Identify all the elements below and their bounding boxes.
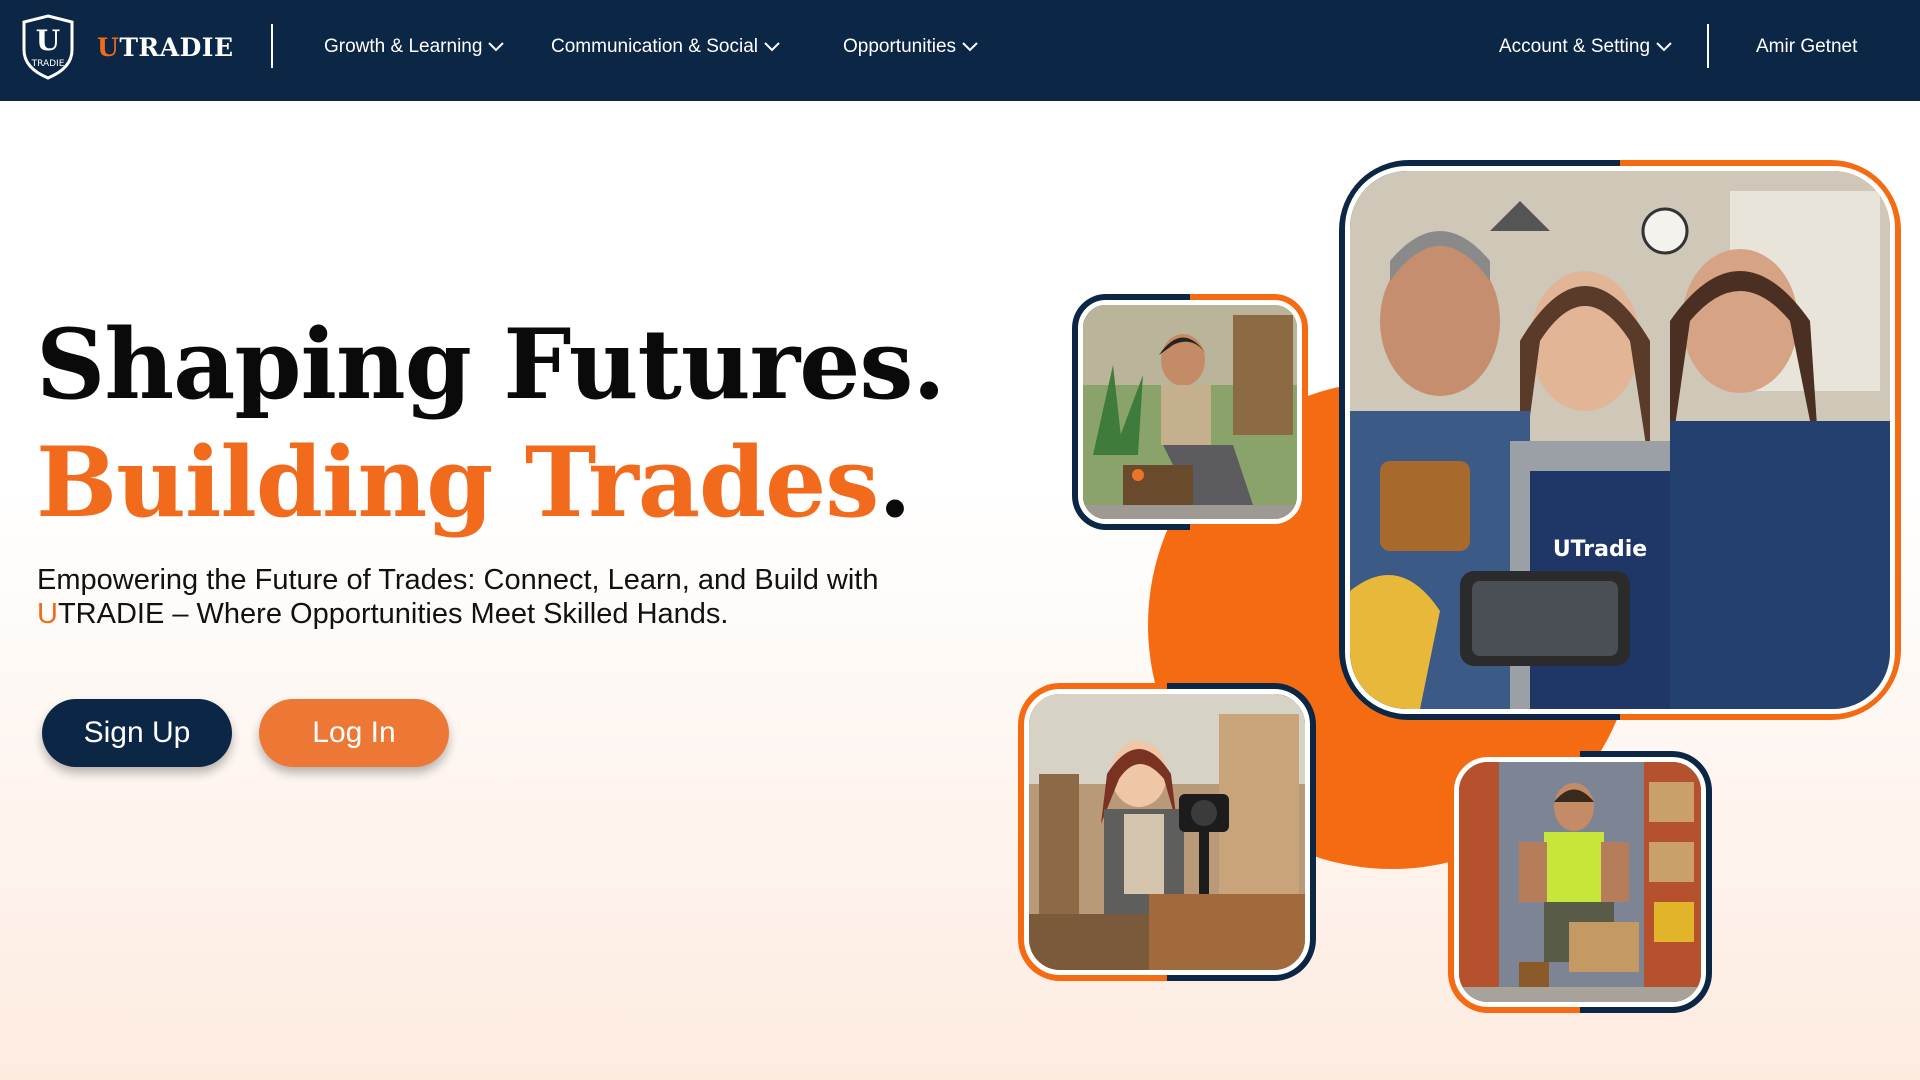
nav-divider-right bbox=[1707, 24, 1709, 68]
shirt-logo-text: UTradie bbox=[1553, 537, 1647, 562]
brand-accent: U bbox=[97, 33, 120, 62]
nav-account-setting[interactable]: Account & Setting bbox=[1499, 34, 1672, 60]
gardener-image bbox=[1083, 305, 1297, 519]
photo-woodworker bbox=[1024, 689, 1310, 975]
tagline-text-before: Empowering the Future of Trades: Connect… bbox=[37, 564, 879, 596]
tagline-text-after: TRADIE – Where Opportunities Meet Skille… bbox=[57, 598, 729, 630]
nav-opportunities-label: Opportunities bbox=[843, 36, 957, 57]
svg-text:TRADIE: TRADIE bbox=[31, 59, 65, 69]
nav-account-setting-label: Account & Setting bbox=[1499, 36, 1651, 57]
photo-family: UTradie bbox=[1345, 166, 1895, 714]
family-tablet-image: UTradie bbox=[1350, 171, 1890, 709]
woodworker-camera-image bbox=[1029, 694, 1305, 970]
photo-gardener-frame bbox=[1072, 294, 1308, 530]
nav-communication-social-label: Communication & Social bbox=[551, 36, 758, 57]
utradie-logo[interactable]: U TRADIE bbox=[20, 14, 76, 80]
tagline-accent: U bbox=[37, 598, 58, 630]
nav-opportunities[interactable]: Opportunities bbox=[843, 34, 978, 60]
photo-warehouse bbox=[1454, 757, 1706, 1007]
chevron-down-icon bbox=[488, 42, 505, 52]
photo-gardener bbox=[1078, 300, 1302, 524]
hero-headline-period: . bbox=[878, 426, 911, 539]
photo-woodworker-frame bbox=[1018, 683, 1316, 981]
nav-divider bbox=[271, 24, 273, 68]
hero-headline-line1: Shaping Futures. bbox=[36, 308, 946, 421]
user-name-link[interactable]: Amir Getnet bbox=[1756, 34, 1857, 60]
hero-headline-line2: Building Trades. bbox=[36, 426, 912, 539]
photo-warehouse-frame bbox=[1448, 751, 1712, 1013]
hero-tagline: Empowering the Future of Trades: Connect… bbox=[37, 563, 977, 631]
chevron-down-icon bbox=[764, 42, 780, 52]
photo-family-frame: UTradie bbox=[1339, 160, 1901, 720]
chevron-down-icon bbox=[1656, 42, 1672, 52]
top-navbar: U TRADIE UTRADIE Growth & Learning Commu… bbox=[0, 0, 1920, 101]
log-in-button[interactable]: Log In bbox=[259, 699, 449, 767]
warehouse-worker-image bbox=[1459, 762, 1701, 1002]
sign-up-button[interactable]: Sign Up bbox=[42, 699, 232, 767]
nav-communication-social[interactable]: Communication & Social bbox=[551, 34, 780, 60]
chevron-down-icon bbox=[962, 42, 978, 52]
hero-headline-line2-text: Building Trades bbox=[36, 426, 879, 539]
brand-name[interactable]: UTRADIE bbox=[97, 33, 234, 63]
brand-rest: TRADIE bbox=[119, 33, 234, 62]
nav-growth-learning[interactable]: Growth & Learning bbox=[324, 34, 505, 60]
svg-text:U: U bbox=[36, 24, 60, 57]
nav-growth-learning-label: Growth & Learning bbox=[324, 36, 483, 57]
